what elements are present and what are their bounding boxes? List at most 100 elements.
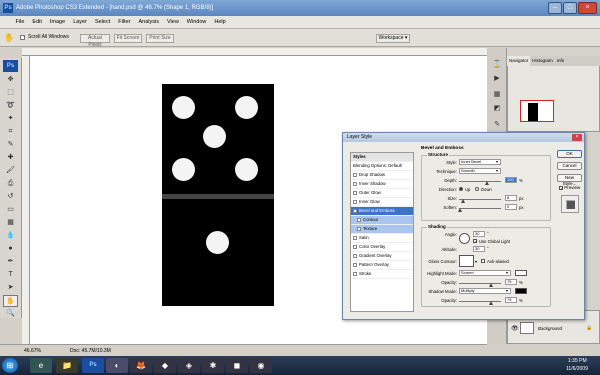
- menu-file[interactable]: File: [12, 16, 29, 29]
- brush-tool-icon[interactable]: 🖌: [3, 165, 18, 177]
- new-style-button[interactable]: New Style...: [557, 174, 582, 186]
- taskbar-app6-icon[interactable]: ◉: [250, 358, 272, 373]
- start-button[interactable]: ⊞: [2, 358, 18, 373]
- style-item-stroke[interactable]: Stroke: [351, 270, 413, 279]
- style-checkbox[interactable]: [353, 253, 357, 258]
- style-checkbox[interactable]: [353, 244, 357, 249]
- menu-help[interactable]: Help: [210, 16, 229, 29]
- highlight-opacity-field[interactable]: 75: [505, 279, 517, 285]
- style-item-inner-shadow[interactable]: Inner Shadow: [351, 180, 413, 189]
- angle-field[interactable]: 30: [473, 231, 485, 237]
- type-tool-icon[interactable]: T: [3, 269, 18, 281]
- style-item-pattern-overlay[interactable]: Pattern Overlay: [351, 261, 413, 270]
- shadow-opacity-field[interactable]: 75: [505, 297, 517, 303]
- pen-tool-icon[interactable]: ✒: [3, 256, 18, 268]
- taskbar-ie-icon[interactable]: e: [30, 358, 52, 373]
- layer-name[interactable]: Background: [538, 326, 562, 331]
- shadow-mode-select[interactable]: Multiply: [459, 288, 511, 294]
- style-checkbox[interactable]: [353, 181, 357, 186]
- history-panel-icon[interactable]: ⌛: [491, 60, 503, 70]
- tab-info[interactable]: Info: [555, 56, 567, 66]
- slice-tool-icon[interactable]: ✎: [3, 139, 18, 151]
- swatches-panel-icon[interactable]: ▦: [491, 90, 503, 100]
- depth-slider[interactable]: [459, 181, 501, 182]
- style-select[interactable]: Inner Bevel: [459, 159, 501, 165]
- style-item-outer-glow[interactable]: Outer Glow: [351, 189, 413, 198]
- menu-layer[interactable]: Layer: [69, 16, 91, 29]
- taskbar-app3-icon[interactable]: ◈: [178, 358, 200, 373]
- taskbar-firefox-icon[interactable]: 🦊: [130, 358, 152, 373]
- hand-tool-icon[interactable]: ✋: [4, 33, 14, 42]
- shadow-opacity-slider[interactable]: [459, 301, 501, 302]
- print-size-button[interactable]: Print Size: [146, 34, 174, 43]
- styles-panel-icon[interactable]: ◩: [491, 104, 503, 114]
- eraser-tool-icon[interactable]: ▭: [3, 204, 18, 216]
- highlight-opacity-slider[interactable]: [459, 283, 501, 284]
- angle-dial[interactable]: [459, 233, 470, 244]
- style-checkbox[interactable]: [353, 235, 357, 240]
- chevron-down-icon[interactable]: ▾: [475, 259, 477, 264]
- style-checkbox[interactable]: [357, 217, 361, 222]
- zoom-tool-icon[interactable]: 🔍: [3, 308, 18, 320]
- menu-filter[interactable]: Filter: [114, 16, 134, 29]
- stamp-tool-icon[interactable]: ⎙: [3, 178, 18, 190]
- blur-tool-icon[interactable]: 💧: [3, 230, 18, 242]
- move-tool-icon[interactable]: ✥: [3, 74, 18, 86]
- style-item-contour[interactable]: Contour: [351, 216, 413, 225]
- preview-checkbox[interactable]: ✓ Preview: [559, 185, 580, 190]
- highlight-color-swatch[interactable]: [515, 270, 527, 276]
- taskbar-app2-icon[interactable]: ◆: [154, 358, 176, 373]
- tab-histogram[interactable]: Histogram: [530, 56, 555, 66]
- soften-field[interactable]: 0: [505, 204, 517, 210]
- taskbar-app-icon[interactable]: ◐: [106, 358, 128, 373]
- style-item-bevel-emboss[interactable]: Bevel and Emboss: [351, 207, 413, 216]
- lasso-tool-icon[interactable]: ➰: [3, 100, 18, 112]
- dialog-close-icon[interactable]: ×: [572, 134, 582, 141]
- menu-select[interactable]: Select: [91, 16, 114, 29]
- menu-window[interactable]: Window: [183, 16, 211, 29]
- blending-options-item[interactable]: Blending Options: Default: [351, 162, 413, 171]
- hand-tool-icon-selected[interactable]: ✋: [3, 295, 18, 307]
- shadow-color-swatch[interactable]: [515, 288, 527, 294]
- magic-wand-icon[interactable]: ✦: [3, 113, 18, 125]
- direction-up-radio[interactable]: [459, 187, 463, 191]
- style-item-gradient-overlay[interactable]: Gradient Overlay: [351, 252, 413, 261]
- size-slider[interactable]: [459, 199, 501, 200]
- brushes-panel-icon[interactable]: ✎: [491, 120, 503, 130]
- style-checkbox[interactable]: [357, 226, 361, 231]
- close-button[interactable]: ×: [578, 2, 597, 14]
- menu-analysis[interactable]: Analysis: [134, 16, 162, 29]
- dialog-titlebar[interactable]: Layer Style ×: [343, 133, 584, 142]
- size-field[interactable]: 8: [505, 195, 517, 201]
- style-checkbox-checked[interactable]: [353, 208, 357, 213]
- marquee-tool-icon[interactable]: ⬚: [3, 87, 18, 99]
- maximize-button[interactable]: □: [563, 2, 577, 14]
- style-item-texture[interactable]: Texture: [351, 225, 413, 234]
- taskbar-app4-icon[interactable]: ✱: [202, 358, 224, 373]
- workspace-button[interactable]: Workspace ▾: [376, 34, 410, 43]
- tab-navigator[interactable]: Navigator: [507, 56, 531, 66]
- style-checkbox[interactable]: [353, 271, 357, 276]
- highlight-mode-select[interactable]: Screen: [459, 270, 511, 276]
- taskbar-app5-icon[interactable]: ◼: [226, 358, 248, 373]
- ok-button[interactable]: OK: [557, 150, 582, 158]
- history-brush-icon[interactable]: ↺: [3, 191, 18, 203]
- style-checkbox[interactable]: [353, 262, 357, 267]
- scroll-all-checkbox[interactable]: [20, 35, 25, 40]
- style-item-satin[interactable]: Satin: [351, 234, 413, 243]
- depth-field[interactable]: 100: [505, 177, 517, 183]
- healing-brush-icon[interactable]: ✚: [3, 152, 18, 164]
- clock-time[interactable]: 1:35 PM: [568, 358, 587, 364]
- style-item-inner-glow[interactable]: Inner Glow: [351, 198, 413, 207]
- menu-image[interactable]: Image: [46, 16, 69, 29]
- anti-aliased-checkbox[interactable]: [481, 259, 485, 263]
- dodge-tool-icon[interactable]: ●: [3, 243, 18, 255]
- technique-select[interactable]: Smooth: [459, 168, 501, 174]
- cancel-button[interactable]: Cancel: [557, 162, 582, 170]
- gradient-tool-icon[interactable]: ▦: [3, 217, 18, 229]
- direction-down-radio[interactable]: [475, 187, 479, 191]
- fit-screen-button[interactable]: Fit Screen: [114, 34, 142, 43]
- actions-panel-icon[interactable]: ▶: [491, 74, 503, 84]
- menu-view[interactable]: View: [163, 16, 183, 29]
- style-checkbox[interactable]: [353, 190, 357, 195]
